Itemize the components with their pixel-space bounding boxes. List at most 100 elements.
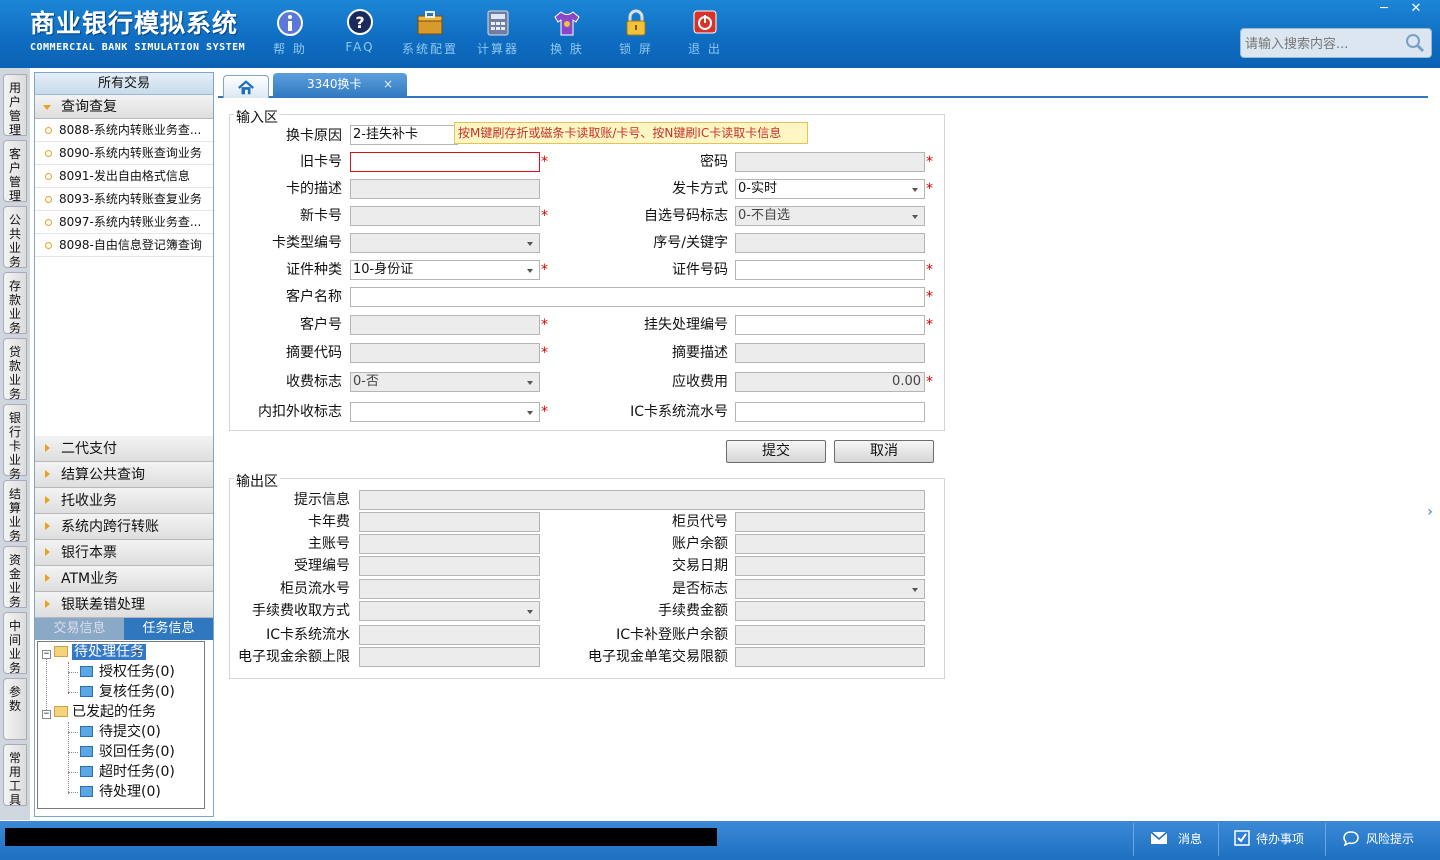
tree-node-rejected[interactable]: 驳回任务(0) bbox=[80, 742, 175, 762]
folder-icon bbox=[54, 646, 68, 657]
app-logo: 商业银行模拟系统 COMMERCIAL BANK SIMULATION SYST… bbox=[30, 8, 245, 53]
tab-close-icon[interactable]: × bbox=[383, 73, 393, 96]
tree-node-pending[interactable]: − 待处理任务 bbox=[42, 642, 146, 662]
exit-button[interactable]: 退 出 bbox=[676, 8, 734, 57]
label-card-desc: 卡的描述 bbox=[286, 181, 342, 197]
status-risk[interactable]: 风险提示 bbox=[1342, 829, 1414, 849]
svg-text:?: ? bbox=[355, 13, 364, 32]
tree-node-timeout[interactable]: 超时任务(0) bbox=[80, 762, 175, 782]
fee-flag-select[interactable]: 0-否 bbox=[350, 372, 540, 392]
tab-home[interactable] bbox=[223, 75, 269, 98]
seq-key-input[interactable] bbox=[735, 233, 925, 253]
tree-node-to-submit[interactable]: 待提交(0) bbox=[80, 722, 161, 742]
label-id-no: 证件号码 bbox=[672, 262, 728, 278]
new-card-input[interactable] bbox=[350, 206, 540, 226]
label-balance: 账户余额 bbox=[672, 536, 728, 552]
nav-section-atm[interactable]: ATM业务 bbox=[35, 566, 213, 592]
status-todo[interactable]: 待办事项 bbox=[1234, 829, 1304, 849]
module-tab-public[interactable]: 公共业务 bbox=[3, 206, 27, 269]
lock-label: 锁 屏 bbox=[619, 42, 653, 56]
nav-item-8088[interactable]: 8088-系统内转账业务查... bbox=[35, 119, 213, 142]
tab-task-info[interactable]: 任务信息 bbox=[124, 618, 213, 640]
card-desc-input[interactable] bbox=[350, 179, 540, 199]
id-type-select[interactable]: 10-身份证 bbox=[350, 260, 540, 280]
help-button[interactable]: 帮 助 bbox=[261, 8, 319, 57]
module-tab-settlement[interactable]: 结算业务 bbox=[3, 480, 27, 543]
status-message[interactable]: 消息 bbox=[1150, 829, 1202, 849]
nav-item-8093[interactable]: 8093-系统内转账查复业务 bbox=[35, 188, 213, 211]
module-tab-user[interactable]: 用户管理 bbox=[3, 74, 27, 137]
fee-due-input[interactable]: 0.00 bbox=[735, 372, 925, 392]
fee-method-select[interactable] bbox=[359, 601, 540, 621]
nav-section-query[interactable]: 查询查复 bbox=[35, 95, 213, 119]
calculator-button[interactable]: 计算器 bbox=[469, 8, 527, 57]
output-legend: 输出区 bbox=[234, 471, 280, 491]
info-icon bbox=[277, 10, 303, 36]
ic-serial-input[interactable] bbox=[735, 402, 925, 422]
label-summary-desc: 摘要描述 bbox=[672, 345, 728, 361]
module-tab-funds[interactable]: 资金业务 bbox=[3, 546, 27, 609]
nav-item-8097[interactable]: 8097-系统内转账业务查... bbox=[35, 211, 213, 234]
module-tab-loan[interactable]: 贷款业务 bbox=[3, 338, 27, 401]
settings-button[interactable]: 系统配置 bbox=[401, 8, 459, 57]
submit-button[interactable]: 提交 bbox=[726, 440, 826, 463]
collapse-panel-icon[interactable]: › bbox=[1424, 492, 1436, 532]
summary-code-input[interactable] bbox=[350, 343, 540, 363]
calculator-label: 计算器 bbox=[476, 42, 519, 56]
close-button[interactable]: ✕ bbox=[1400, 0, 1432, 18]
summary-desc-input[interactable] bbox=[735, 343, 925, 363]
old-card-input[interactable] bbox=[350, 152, 540, 172]
lock-button[interactable]: 锁 屏 bbox=[607, 8, 665, 57]
task-tree: − 待处理任务 授权任务(0) 复核任务(0) − 已发起的任务 待提交(0) 驳回… bbox=[37, 641, 205, 809]
tree-node-auth[interactable]: 授权任务(0) bbox=[80, 662, 175, 682]
issue-mode-select[interactable]: 0-实时 bbox=[735, 179, 925, 199]
module-tab-tools[interactable]: 常用工具 bbox=[3, 744, 27, 807]
module-tab-customer[interactable]: 客户管理 bbox=[3, 140, 27, 203]
label-teller-serial: 柜员流水号 bbox=[280, 581, 350, 597]
nav-section-interbank[interactable]: 系统内跨行转账 bbox=[35, 514, 213, 540]
search-icon[interactable] bbox=[1405, 33, 1425, 53]
search-input[interactable] bbox=[1245, 34, 1405, 54]
label-yes-no: 是否标志 bbox=[672, 581, 728, 597]
mail-icon bbox=[1150, 831, 1168, 844]
reason-field[interactable]: 2-挂失补卡 bbox=[350, 125, 458, 145]
nav-section-settlement-query[interactable]: 结算公共查询 bbox=[35, 462, 213, 488]
ecash-limit-output bbox=[359, 647, 540, 667]
tree-node-to-process[interactable]: 待处理(0) bbox=[80, 782, 161, 802]
nav-section-payment[interactable]: 二代支付 bbox=[35, 436, 213, 462]
nav-section-collection[interactable]: 托收业务 bbox=[35, 488, 213, 514]
module-tab-params[interactable]: 参数 bbox=[3, 678, 27, 740]
module-tab-intermediary[interactable]: 中间业务 bbox=[3, 612, 27, 675]
tree-node-review[interactable]: 复核任务(0) bbox=[80, 682, 175, 702]
tab-3340-card-change[interactable]: 3340换卡 × bbox=[273, 73, 407, 98]
cust-no-input[interactable] bbox=[350, 315, 540, 335]
nav-section-promissory[interactable]: 银行本票 bbox=[35, 540, 213, 566]
tree-label: 待提交(0) bbox=[99, 724, 161, 740]
nav-item-8098[interactable]: 8098-自由信息登记簿查询 bbox=[35, 234, 213, 257]
module-tab-deposit[interactable]: 存款业务 bbox=[3, 272, 27, 335]
faq-button[interactable]: ? FAQ bbox=[331, 8, 389, 54]
settings-label: 系统配置 bbox=[401, 42, 458, 56]
loss-no-input[interactable] bbox=[735, 315, 925, 335]
tree-node-initiated[interactable]: − 已发起的任务 bbox=[42, 702, 156, 722]
collapse-icon[interactable]: − bbox=[42, 710, 51, 719]
info-tabs: 交易信息 任务信息 bbox=[35, 618, 213, 640]
self-select-select[interactable]: 0-不自选 bbox=[735, 206, 925, 226]
nav-section-unionpay[interactable]: 银联差错处理 bbox=[35, 592, 213, 618]
module-tab-bankcard[interactable]: 银行卡业务 bbox=[3, 404, 27, 481]
nav-item-8091[interactable]: 8091-发出自由格式信息 bbox=[35, 165, 213, 188]
skin-button[interactable]: 换 肤 bbox=[538, 8, 596, 57]
card-type-select[interactable] bbox=[350, 233, 540, 253]
tab-trade-info[interactable]: 交易信息 bbox=[35, 618, 124, 640]
nav-item-8090[interactable]: 8090-系统内转账查询业务 bbox=[35, 142, 213, 165]
inout-flag-select[interactable] bbox=[350, 402, 540, 422]
id-no-input[interactable] bbox=[735, 260, 925, 280]
cust-name-input[interactable] bbox=[350, 287, 925, 307]
yes-no-select[interactable] bbox=[735, 579, 925, 599]
fee-amount-output bbox=[735, 601, 925, 621]
minimize-button[interactable]: ─ bbox=[1368, 0, 1400, 18]
cancel-button[interactable]: 取消 bbox=[834, 440, 934, 463]
collapse-icon[interactable]: − bbox=[42, 650, 51, 659]
tree-label: 已发起的任务 bbox=[72, 704, 156, 720]
password-input[interactable] bbox=[735, 152, 925, 172]
